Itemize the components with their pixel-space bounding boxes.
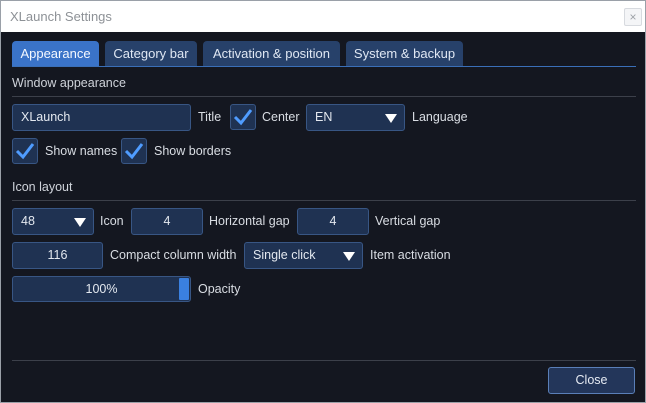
- center-checkbox[interactable]: [230, 104, 256, 130]
- show-borders-checkbox[interactable]: [121, 138, 147, 164]
- compact-column-width-label: Compact column width: [110, 248, 237, 262]
- horizontal-gap-input[interactable]: 4: [131, 208, 203, 235]
- icon-size-select[interactable]: 48: [12, 208, 94, 235]
- language-label: Language: [412, 110, 468, 124]
- section-divider: [12, 96, 636, 97]
- icon-size-value: 48: [21, 214, 35, 228]
- close-button[interactable]: Close: [548, 367, 635, 394]
- checkmark-icon: [15, 143, 35, 160]
- window-title: XLaunch Settings: [10, 9, 112, 24]
- language-select[interactable]: EN: [306, 104, 405, 131]
- item-activation-label: Item activation: [370, 248, 451, 262]
- opacity-slider[interactable]: 100%: [12, 276, 191, 302]
- show-names-label: Show names: [45, 144, 118, 158]
- tab-activation-position[interactable]: Activation & position: [203, 41, 340, 66]
- center-label: Center: [262, 110, 300, 124]
- checkmark-icon: [233, 109, 253, 126]
- chevron-down-icon: [343, 252, 355, 261]
- show-borders-label: Show borders: [154, 144, 232, 158]
- compact-column-width-input[interactable]: 116: [12, 242, 103, 269]
- opacity-value: 100%: [85, 282, 118, 296]
- settings-window: XLaunch Settings × Appearance Category b…: [0, 0, 646, 403]
- vertical-gap-input[interactable]: 4: [297, 208, 369, 235]
- horizontal-gap-label: Horizontal gap: [209, 214, 290, 228]
- show-names-checkbox[interactable]: [12, 138, 38, 164]
- section-divider: [12, 200, 636, 201]
- chevron-down-icon: [74, 218, 86, 227]
- chevron-down-icon: [385, 114, 397, 123]
- icon-label: Icon: [100, 214, 124, 228]
- opacity-label: Opacity: [198, 282, 241, 296]
- tab-underline: [12, 66, 636, 67]
- vertical-gap-label: Vertical gap: [375, 214, 441, 228]
- tab-category-bar[interactable]: Category bar: [105, 41, 197, 66]
- section-window-appearance: Window appearance: [12, 76, 126, 90]
- title-input[interactable]: XLaunch: [12, 104, 191, 131]
- language-value: EN: [315, 110, 333, 124]
- window-close-icon[interactable]: ×: [624, 8, 642, 26]
- title-label: Title: [198, 110, 222, 124]
- section-icon-layout: Icon layout: [12, 180, 73, 194]
- title-bar: XLaunch Settings ×: [1, 1, 645, 32]
- checkmark-icon: [124, 143, 144, 160]
- item-activation-value: Single click: [253, 248, 316, 262]
- item-activation-select[interactable]: Single click: [244, 242, 363, 269]
- opacity-slider-handle[interactable]: [179, 278, 189, 300]
- tab-appearance[interactable]: Appearance: [12, 41, 99, 66]
- tab-system-backup[interactable]: System & backup: [346, 41, 463, 66]
- footer-divider: [12, 360, 636, 361]
